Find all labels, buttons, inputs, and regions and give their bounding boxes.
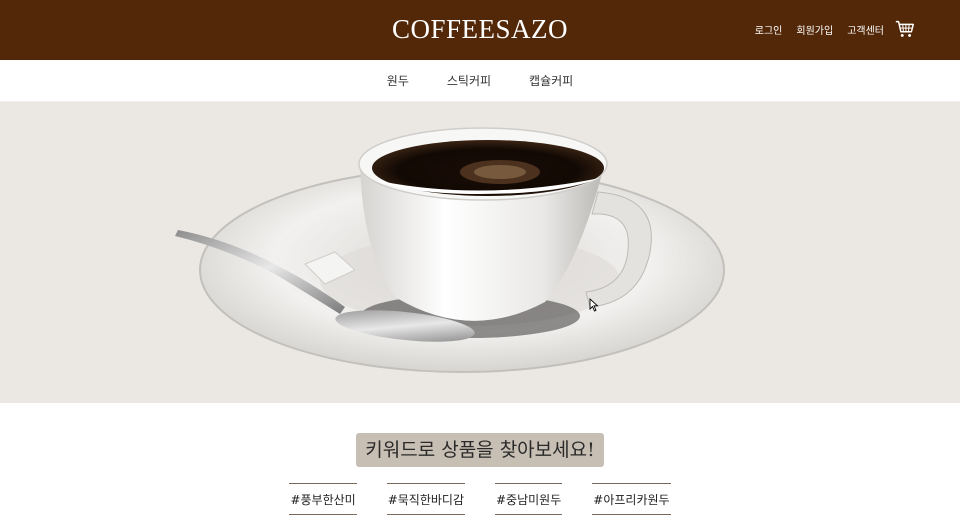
keyword-tags: #풍부한산미 #묵직한바디감 #중남미원두 #아프리카원두: [0, 483, 960, 515]
support-link[interactable]: 고객센터: [847, 22, 884, 37]
mouse-cursor-icon: [589, 298, 599, 312]
top-header: COFFEESAZO 로그인 회원가입 고객센터: [0, 0, 960, 60]
coffee-cup-image: [175, 127, 725, 373]
keyword-title: 키워드로 상품을 찾아보세요!: [356, 433, 604, 467]
nav-item-beans[interactable]: 원두: [387, 72, 409, 89]
keyword-tag-africa[interactable]: #아프리카원두: [592, 483, 671, 515]
keyword-tag-body[interactable]: #묵직한바디감: [386, 483, 465, 515]
nav-item-capsule-coffee[interactable]: 캡슐커피: [529, 72, 573, 89]
login-link[interactable]: 로그인: [755, 22, 783, 37]
keyword-tag-latin-america[interactable]: #중남미원두: [495, 483, 563, 515]
signup-link[interactable]: 회원가입: [796, 22, 833, 37]
utility-links: 로그인 회원가입 고객센터: [741, 18, 916, 40]
keyword-search-section: 키워드로 상품을 찾아보세요! #풍부한산미 #묵직한바디감 #중남미원두 #아…: [0, 403, 960, 523]
hero-banner: [0, 102, 960, 403]
nav-item-stick-coffee[interactable]: 스틱커피: [447, 72, 491, 89]
cart-icon[interactable]: [894, 18, 916, 40]
keyword-tag-acidity[interactable]: #풍부한산미: [289, 483, 357, 515]
main-nav: 원두 스틱커피 캡슐커피: [0, 60, 960, 102]
